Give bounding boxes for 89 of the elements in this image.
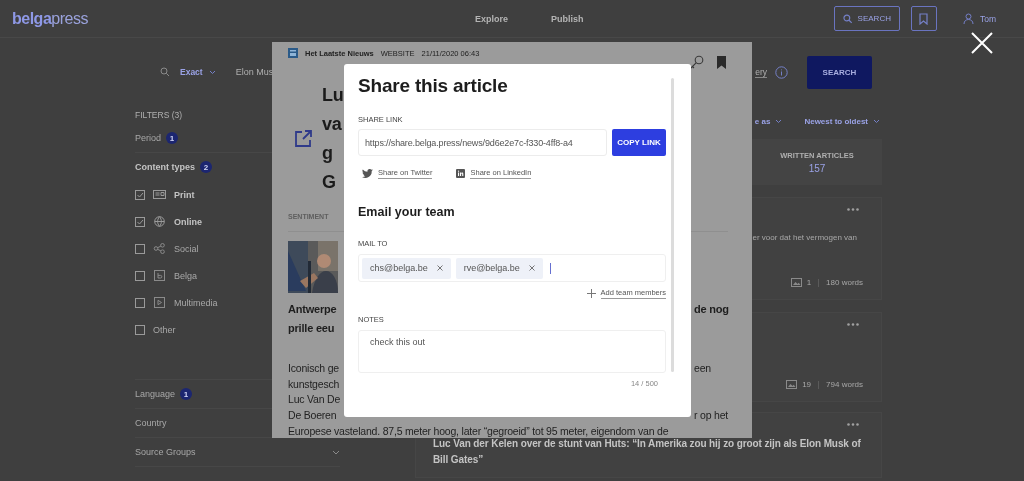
word-count: 794 words [826, 380, 863, 389]
recipients-field[interactable]: chs@belga.be rve@belga.be [358, 254, 666, 282]
article-body-text: Iconisch ge [288, 361, 340, 376]
close-icon[interactable] [971, 32, 993, 54]
globe-icon [153, 216, 166, 227]
user-icon[interactable] [962, 13, 974, 24]
dialog-title: Share this article [358, 75, 509, 97]
search-query[interactable]: Elon Mus [235, 67, 274, 77]
chevron-icon [873, 118, 880, 124]
save-as-dropdown[interactable]: e as [754, 116, 783, 126]
article-body-text: De Boeren [288, 408, 338, 424]
remove-icon[interactable] [436, 265, 443, 271]
logo[interactable]: belgapress [12, 9, 432, 28]
article-title: va [322, 113, 343, 136]
filter-group[interactable]: Country [135, 418, 167, 428]
filter-group[interactable]: Content types [135, 162, 195, 172]
filters-title: FILTERS (3) [135, 110, 184, 122]
more-icon[interactable] [847, 208, 859, 211]
bookmark-icon[interactable] [717, 55, 726, 69]
b-square-icon [153, 270, 166, 281]
image-count: 19 [802, 380, 812, 389]
query-help-link[interactable]: ery [755, 66, 767, 78]
checkbox[interactable] [135, 243, 145, 254]
article-title: G [322, 171, 337, 194]
word-count: 180 words [826, 278, 863, 287]
play-square-icon [153, 297, 166, 308]
checkbox[interactable] [135, 297, 145, 308]
filter-option[interactable]: Online [174, 216, 202, 227]
remove-icon[interactable] [528, 265, 535, 271]
more-icon[interactable] [847, 423, 859, 426]
chevron-icon[interactable] [332, 449, 340, 455]
filter-group[interactable]: Period [135, 133, 161, 143]
bird-icon [362, 169, 373, 178]
notes-field[interactable]: check this out [358, 330, 666, 373]
recipient-chip[interactable]: rve@belga.be [455, 257, 543, 279]
sort-dropdown[interactable]: Newest to oldest [804, 116, 880, 126]
filter-group[interactable]: Language [135, 389, 176, 399]
nav-link[interactable]: Publish [551, 13, 584, 24]
newspaper-icon [153, 189, 166, 200]
checkbox[interactable] [135, 270, 145, 281]
filter-option[interactable]: Belga [174, 270, 198, 281]
chevron-icon [208, 69, 216, 75]
info-icon[interactable] [775, 65, 788, 79]
nav-link[interactable]: Explore [475, 13, 508, 24]
linkedin-icon [456, 169, 466, 178]
user-name[interactable]: Tom [979, 13, 996, 24]
checkbox[interactable] [135, 216, 145, 227]
article-title[interactable]: Luc Van der Kelen over de stunt van Huts: “In Amerika zou hij zo groot zijn als Elon Musk of Bill Gates” [433, 436, 863, 468]
share-link-field[interactable]: https://share.belga.press/news/9d6e2e7c-f330-4ff8-a4 [358, 129, 607, 156]
stat-value: 157 [808, 162, 826, 174]
count-badge: 1 [166, 132, 178, 144]
article-title: Lu [322, 84, 344, 107]
count-badge: 2 [200, 161, 212, 173]
filter-option[interactable]: Social [174, 243, 199, 254]
recipient-chip[interactable]: chs@belga.be [362, 257, 451, 279]
filter-option[interactable]: Other [153, 324, 176, 335]
search-icon [842, 13, 853, 24]
filter-option[interactable]: Print [174, 189, 195, 200]
chevron-icon [775, 118, 783, 124]
checkbox[interactable] [135, 189, 145, 200]
mode-dropdown[interactable]: Exact [180, 67, 216, 77]
article-body-text: kunstgesch [288, 376, 341, 392]
article-lead: de nog [694, 302, 730, 317]
article-lead: prille eeu [288, 321, 336, 336]
image-count: 1 [806, 278, 812, 287]
search-button[interactable]: SEARCH [807, 55, 872, 89]
text-cursor [549, 262, 551, 274]
bookmark-icon [919, 12, 929, 25]
image-icon [786, 380, 798, 389]
image-icon [790, 278, 802, 287]
share-nodes-icon [153, 243, 166, 254]
external-link-icon[interactable] [293, 129, 313, 149]
search-icon [160, 67, 170, 77]
article-snippet: er voor dat het vermogen van [752, 233, 857, 242]
article-lead: Antwerpe [288, 302, 338, 317]
bookmark-button[interactable] [910, 6, 937, 31]
more-icon[interactable] [847, 323, 859, 326]
filter-group[interactable]: Source Groups [135, 447, 196, 457]
checkbox[interactable] [135, 324, 145, 335]
count-badge: 1 [180, 388, 193, 400]
filter-option[interactable]: Multimedia [174, 297, 218, 308]
article-title: g [322, 142, 334, 165]
article-body-text: een [694, 361, 712, 376]
search-button[interactable]: SEARCH [833, 6, 900, 31]
article-body-text: Luc Van De [288, 392, 342, 408]
scrollbar[interactable] [671, 78, 674, 372]
source-logo-icon [288, 48, 298, 58]
copy-link-button[interactable]: COPY LINK [612, 129, 666, 156]
plus-icon [586, 289, 596, 298]
